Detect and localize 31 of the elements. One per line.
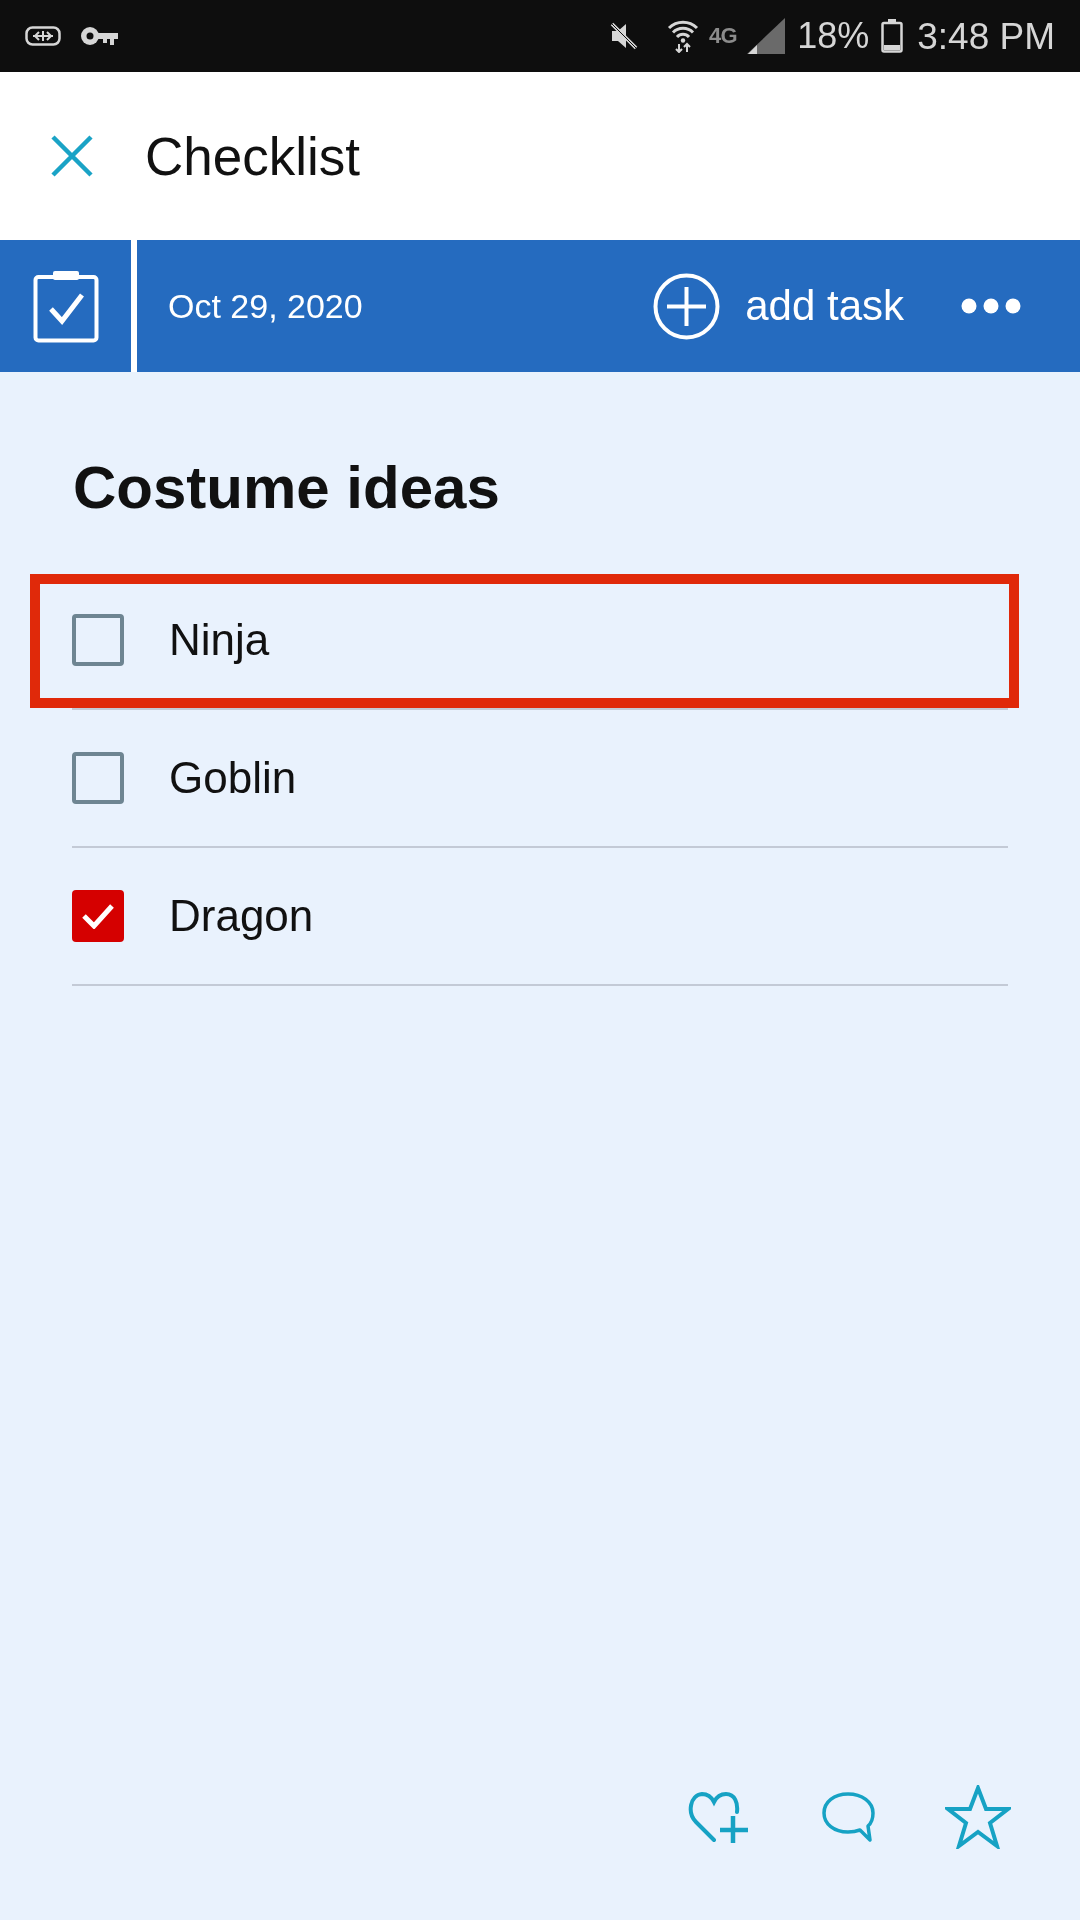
heart-plus-icon	[688, 1790, 750, 1844]
speech-bubble-icon	[821, 1791, 875, 1843]
key-icon	[80, 25, 118, 47]
plus-circle-icon	[653, 272, 721, 340]
list-title: Costume ideas	[73, 454, 500, 521]
star-icon	[945, 1785, 1011, 1849]
battery-percent: 18%	[797, 18, 870, 54]
wifi-icon	[666, 19, 699, 53]
close-icon	[50, 134, 94, 178]
task-label: Ninja	[169, 618, 270, 662]
muted-speaker-icon	[608, 21, 639, 51]
network-type: 4G	[708, 25, 738, 47]
more-dots-icon	[961, 298, 1021, 314]
checkmark-icon	[81, 903, 115, 929]
favorite-button[interactable]	[945, 1785, 1011, 1849]
battery-icon	[881, 19, 904, 53]
checkbox[interactable]	[72, 752, 124, 804]
clipboard-tab[interactable]	[0, 240, 131, 372]
capsule-icon	[25, 26, 61, 46]
task-label: Dragon	[169, 894, 314, 938]
like-button[interactable]	[687, 1789, 751, 1845]
date-label: Oct 29, 2020	[168, 289, 363, 323]
checkbox[interactable]	[72, 890, 124, 942]
add-task-button[interactable]: add task	[653, 266, 904, 346]
task-label: Goblin	[169, 756, 297, 800]
screen-title: Checklist	[145, 129, 360, 183]
clock-time: 3:48 PM	[917, 17, 1055, 55]
signal-icon	[747, 18, 786, 54]
checkbox[interactable]	[72, 614, 124, 666]
clipboard-check-icon	[32, 269, 99, 343]
comment-button[interactable]	[821, 1789, 875, 1845]
